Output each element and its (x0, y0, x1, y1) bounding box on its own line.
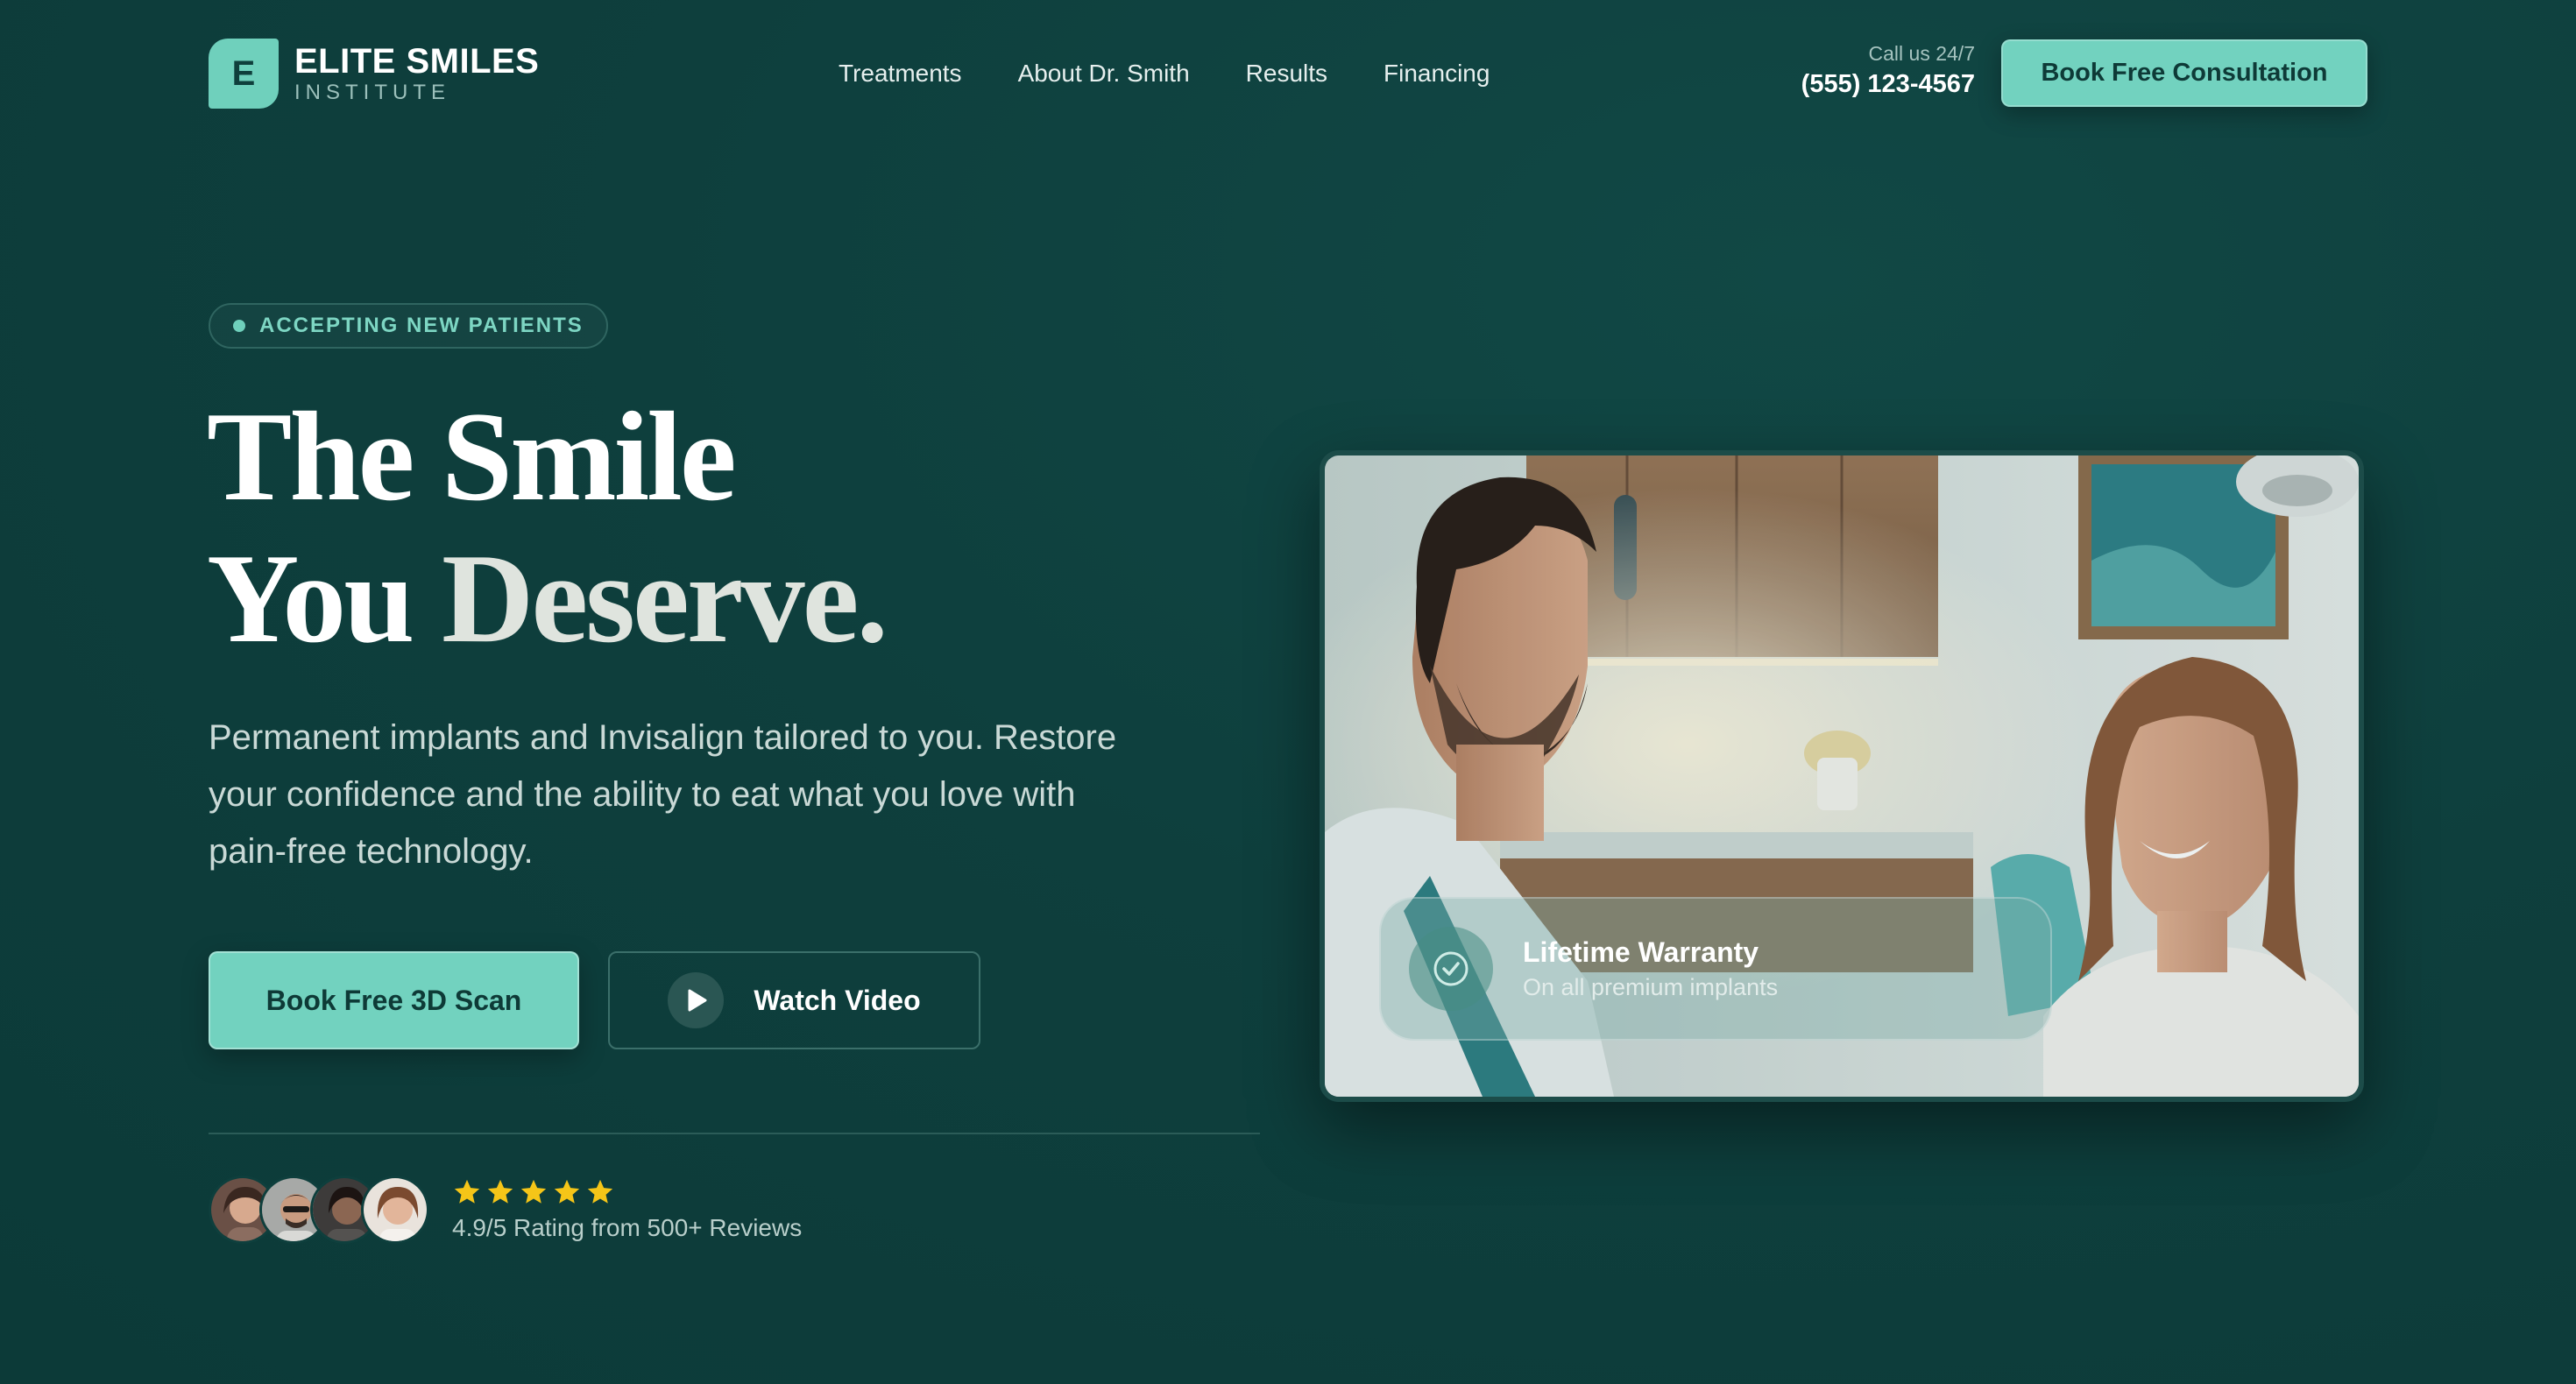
warranty-text: Lifetime Warranty On all premium implant… (1523, 934, 1778, 1004)
star-icon (454, 1179, 480, 1204)
star-icon (554, 1179, 580, 1204)
nav-about[interactable]: About Dr. Smith (1018, 56, 1190, 91)
logo[interactable]: E ELITE SMILES INSTITUTE (209, 39, 577, 109)
nav-results[interactable]: Results (1246, 56, 1327, 91)
warranty-subtitle: On all premium implants (1523, 974, 1779, 1000)
patient-avatars (209, 1176, 429, 1246)
main-nav: Treatments About Dr. Smith Results Finan… (839, 56, 1490, 91)
headline-line-2: You Deserve. (207, 527, 1083, 669)
star-icon (520, 1179, 547, 1204)
rating-text: 4.9/5 Rating from 500+ Reviews (452, 1214, 803, 1241)
headline-line-2-end: Deserve. (441, 527, 888, 669)
hero-headline: The Smile You Deserve. (207, 385, 1083, 669)
warranty-card: Lifetime Warranty On all premium implant… (1379, 897, 2052, 1041)
check-circle-icon (1409, 927, 1493, 1011)
brand-name: ELITE SMILES (294, 42, 540, 81)
star-icon (587, 1179, 613, 1204)
divider (209, 1133, 1260, 1134)
book-3d-scan-button[interactable]: Book Free 3D Scan (209, 951, 579, 1049)
watch-video-label: Watch Video (754, 984, 921, 1016)
status-dot-icon (233, 320, 245, 332)
hero-subtitle: Permanent implants and Invisalign tailor… (209, 718, 1117, 871)
logo-mark: E (209, 39, 279, 109)
book-consultation-button[interactable]: Book Free Consultation (2001, 39, 2367, 107)
rating-stars (452, 1177, 615, 1207)
warranty-title: Lifetime Warranty (1523, 936, 1759, 968)
phone-number[interactable]: (555) 123-4567 (1801, 67, 1975, 102)
nav-financing[interactable]: Financing (1384, 56, 1490, 91)
star-icon (487, 1179, 513, 1204)
phone-label: Call us 24/7 (1868, 42, 1975, 65)
avatar (361, 1176, 429, 1244)
status-badge-label: ACCEPTING NEW PATIENTS (259, 314, 584, 337)
status-badge: ACCEPTING NEW PATIENTS (209, 303, 608, 349)
watch-video-button[interactable]: Watch Video (608, 951, 980, 1049)
headline-line-2-start: You (207, 527, 442, 669)
play-icon (668, 972, 725, 1028)
headline-line-1: The Smile (207, 385, 737, 527)
brand-tagline: INSTITUTE (294, 81, 450, 104)
logo-text: ELITE SMILES INSTITUTE (294, 42, 539, 105)
nav-treatments[interactable]: Treatments (839, 56, 962, 91)
phone-block: Call us 24/7 (555) 123-4567 (1801, 40, 1975, 102)
